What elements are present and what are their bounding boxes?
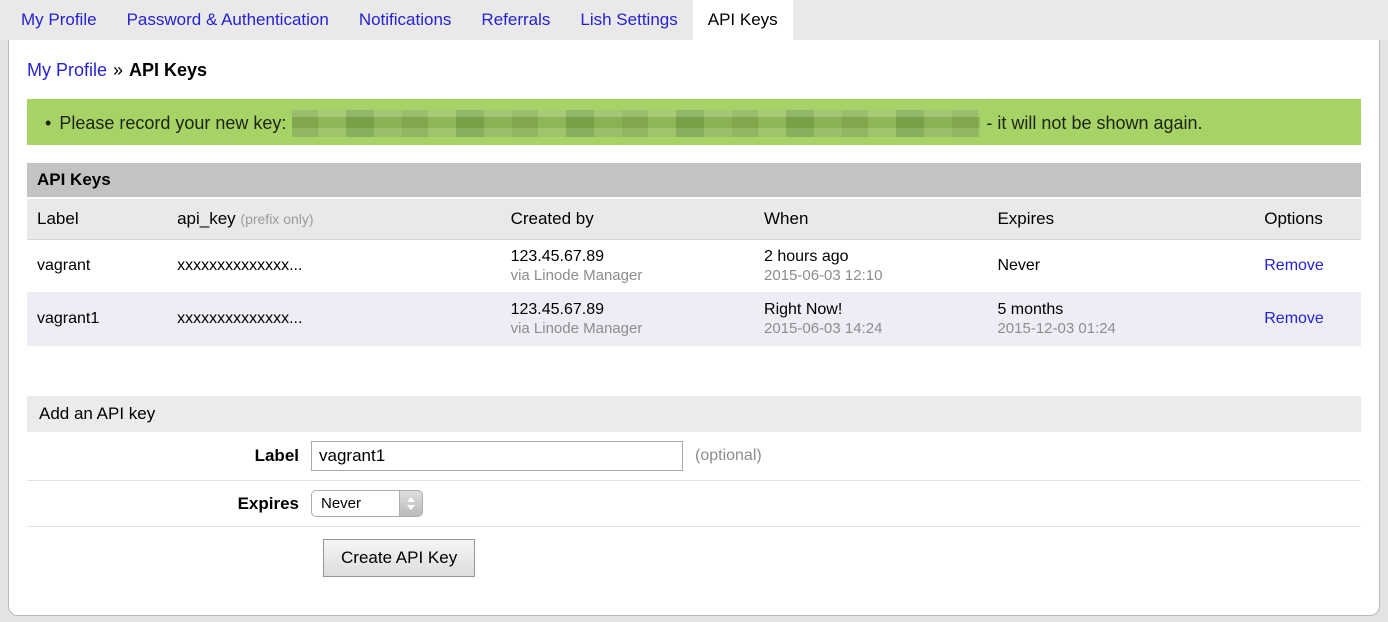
- select-stepper-icon: [399, 491, 422, 516]
- optional-hint: (optional): [695, 447, 762, 465]
- add-api-key-section-title: Add an API key: [27, 396, 1361, 432]
- table-row: vagrant1 xxxxxxxxxxxxxx... 123.45.67.89 …: [27, 293, 1361, 346]
- breadcrumb-my-profile-link[interactable]: My Profile: [27, 60, 107, 80]
- tab-api-keys[interactable]: API Keys: [693, 0, 793, 40]
- column-header-api-key: api_key (prefix only): [167, 198, 501, 240]
- when-cell: 2 hours ago 2015-06-03 12:10: [754, 240, 987, 293]
- created-by-cell: 123.45.67.89 via Linode Manager: [501, 240, 754, 293]
- expires-form-row: Expires Never: [27, 481, 1361, 527]
- banner-bullet: •: [45, 113, 51, 133]
- tab-password-authentication[interactable]: Password & Authentication: [112, 0, 344, 40]
- label-input[interactable]: [311, 441, 683, 471]
- key-prefix-cell: xxxxxxxxxxxxxx...: [167, 240, 501, 293]
- tab-referrals[interactable]: Referrals: [466, 0, 565, 40]
- api-keys-table: API Keys Label api_key (prefix only) Cre…: [27, 163, 1361, 346]
- column-header-options: Options: [1254, 198, 1361, 240]
- api-key-note: (prefix only): [240, 211, 313, 227]
- key-label-cell: vagrant: [27, 240, 167, 293]
- expires-field-label: Expires: [27, 494, 311, 514]
- created-by-cell: 123.45.67.89 via Linode Manager: [501, 293, 754, 346]
- redacted-api-key: [292, 110, 980, 137]
- column-header-when: When: [754, 198, 987, 240]
- column-header-created-by: Created by: [501, 198, 754, 240]
- label-form-row: Label (optional): [27, 432, 1361, 481]
- banner-message: Please record your new key:: [59, 113, 286, 133]
- tab-my-profile[interactable]: My Profile: [6, 0, 112, 40]
- content-card: My Profile » API Keys • Please record your …: [8, 40, 1380, 616]
- options-cell: Remove: [1254, 293, 1361, 346]
- remove-key-link[interactable]: Remove: [1264, 310, 1324, 327]
- tab-lish-settings[interactable]: Lish Settings: [565, 0, 692, 40]
- profile-tab-bar: My Profile Password & Authentication Not…: [0, 0, 1388, 40]
- breadcrumb-separator: »: [113, 60, 123, 80]
- expires-cell: Never: [987, 240, 1254, 293]
- breadcrumb-current-page: API Keys: [129, 60, 207, 80]
- breadcrumb: My Profile » API Keys: [9, 40, 1379, 95]
- create-api-key-button[interactable]: Create API Key: [323, 539, 475, 577]
- key-prefix-cell: xxxxxxxxxxxxxx...: [167, 293, 501, 346]
- options-cell: Remove: [1254, 240, 1361, 293]
- expires-select[interactable]: Never: [311, 490, 423, 517]
- new-key-banner: • Please record your new key: - it will no…: [27, 99, 1361, 145]
- chevron-up-icon: [407, 497, 415, 502]
- column-header-label: Label: [27, 198, 167, 240]
- label-field-label: Label: [27, 446, 311, 466]
- tab-notifications[interactable]: Notifications: [344, 0, 467, 40]
- submit-row: Create API Key: [27, 527, 1361, 577]
- expires-select-value: Never: [312, 491, 399, 516]
- when-cell: Right Now! 2015-06-03 14:24: [754, 293, 987, 346]
- key-label-cell: vagrant1: [27, 293, 167, 346]
- remove-key-link[interactable]: Remove: [1264, 257, 1324, 274]
- table-row: vagrant xxxxxxxxxxxxxx... 123.45.67.89 v…: [27, 240, 1361, 293]
- table-title: API Keys: [27, 163, 1361, 198]
- chevron-down-icon: [407, 505, 415, 510]
- expires-cell: 5 months 2015-12-03 01:24: [987, 293, 1254, 346]
- banner-suffix: - it will not be shown again.: [986, 113, 1202, 133]
- column-header-expires: Expires: [987, 198, 1254, 240]
